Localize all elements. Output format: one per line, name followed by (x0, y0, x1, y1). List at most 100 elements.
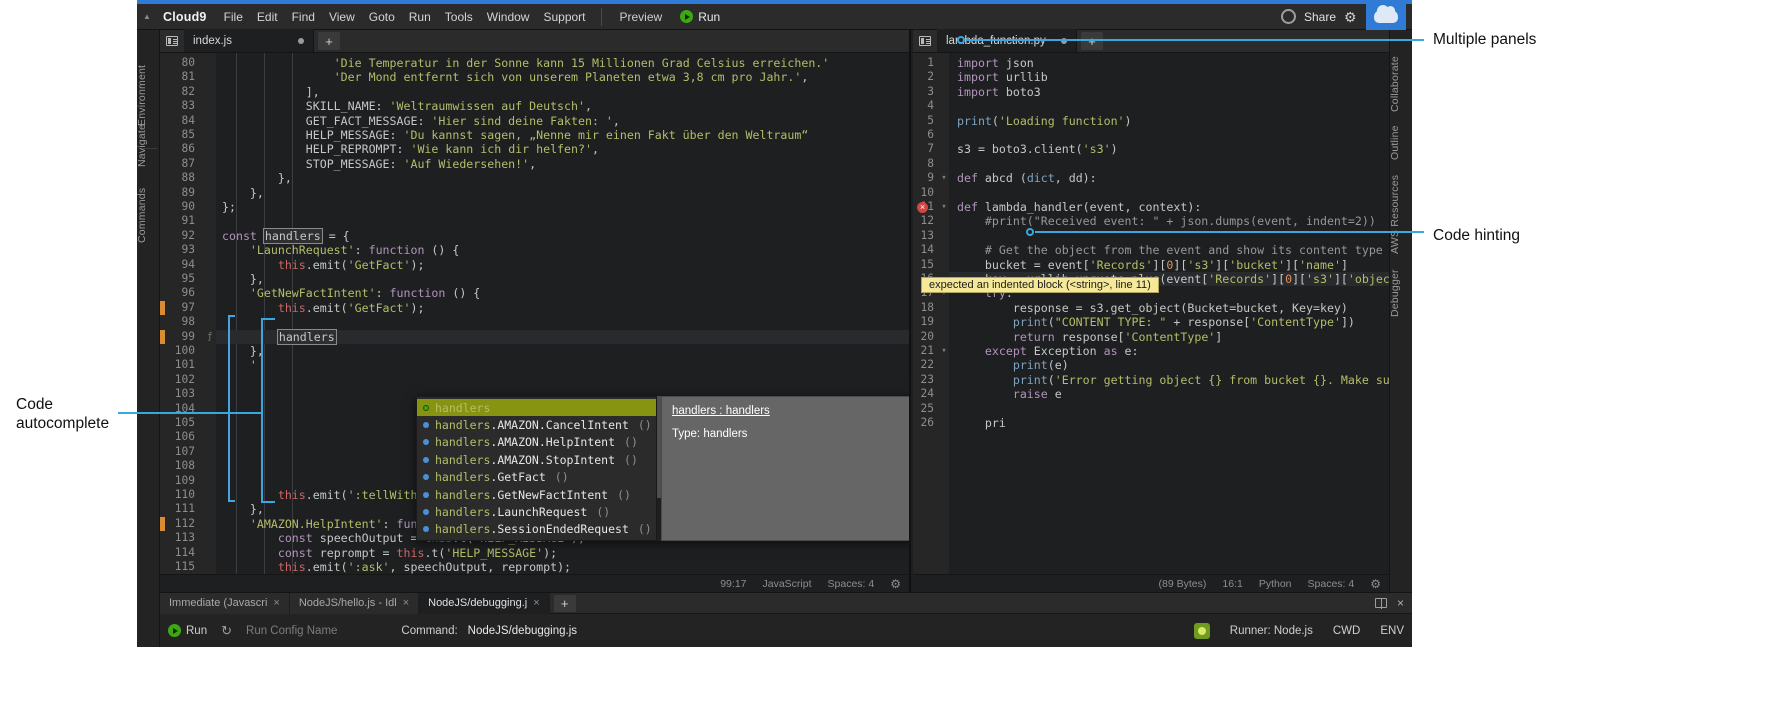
code-line[interactable]: 7s3 = boto3.client('s3') (913, 142, 1389, 156)
code-line[interactable]: 24 raise e (913, 387, 1389, 401)
fold-toggle-icon[interactable] (204, 416, 216, 430)
code-line[interactable]: 19 print("CONTENT TYPE: " + response['Co… (913, 315, 1389, 329)
left-language-mode[interactable]: JavaScript (763, 578, 812, 590)
run-button[interactable]: Run (672, 4, 728, 30)
autocomplete-list[interactable]: handlershandlers.AMAZON.CancelIntent() ha… (416, 396, 657, 541)
fold-toggle-icon[interactable] (204, 186, 216, 200)
fold-toggle-icon[interactable] (204, 445, 216, 459)
code-line[interactable]: 115 this.emit(':ask', speechOutput, repr… (160, 560, 909, 574)
fold-toggle-icon[interactable] (939, 373, 949, 387)
code-line[interactable]: 83 SKILL_NAME: 'Weltraumwissen auf Deuts… (160, 99, 909, 113)
gear-icon[interactable]: ⚙ (1344, 10, 1358, 24)
fold-toggle-icon[interactable] (939, 330, 949, 344)
code-line[interactable]: 8 (913, 157, 1389, 171)
fold-toggle-icon[interactable] (939, 70, 949, 84)
menu-item-tools[interactable]: Tools (438, 4, 480, 30)
code-line[interactable]: 84 GET_FACT_MESSAGE: 'Hier sind deine Fa… (160, 114, 909, 128)
close-icon[interactable]: × (273, 597, 279, 609)
split-pane-icon[interactable] (1375, 598, 1387, 608)
code-line[interactable]: 14 # Get the object from the event and s… (913, 243, 1389, 257)
fold-toggle-icon[interactable] (204, 114, 216, 128)
autocomplete-item[interactable]: handlers.AMAZON.CancelIntent() (417, 416, 656, 433)
console-run-button[interactable]: Run (168, 624, 207, 637)
code-line[interactable]: 15 bucket = event['Records'][0]['s3']['b… (913, 258, 1389, 272)
code-line[interactable]: 86 HELP_REPROMPT: 'Wie kann ich dir helf… (160, 142, 909, 156)
fold-toggle-icon[interactable] (204, 531, 216, 545)
code-line[interactable]: 82 ], (160, 85, 909, 99)
code-line[interactable]: 22 print(e) (913, 358, 1389, 372)
fold-toggle-icon[interactable] (939, 157, 949, 171)
autocomplete-item[interactable]: handlers (417, 399, 656, 416)
fold-toggle-icon[interactable] (939, 243, 949, 257)
code-line[interactable]: 92const handlers = { (160, 229, 909, 243)
tab-menu-button-right[interactable] (913, 30, 937, 52)
new-tab-button-right[interactable]: + (1081, 32, 1103, 50)
fold-toggle-icon[interactable]: ▾ (939, 171, 949, 185)
code-line[interactable]: 23 print('Error getting object {} from b… (913, 373, 1389, 387)
code-line[interactable]: 97 this.emit('GetFact'); (160, 301, 909, 315)
fold-toggle-icon[interactable] (204, 502, 216, 516)
menu-item-window[interactable]: Window (480, 4, 537, 30)
code-line[interactable]: 96 'GetNewFactIntent': function () { (160, 286, 909, 300)
autocomplete-item[interactable]: handlers.GetNewFactIntent() (417, 486, 656, 503)
fold-toggle-icon[interactable] (204, 229, 216, 243)
rail-item-navigate[interactable]: Navigate (137, 110, 159, 180)
left-indent-setting[interactable]: Spaces: 4 (828, 578, 875, 590)
code-line[interactable]: 25 (913, 402, 1389, 416)
code-line[interactable]: 11▾def lambda_handler(event, context): (913, 200, 1389, 214)
fold-toggle-icon[interactable] (939, 186, 949, 200)
fold-toggle-icon[interactable] (939, 56, 949, 70)
fold-toggle-icon[interactable] (204, 387, 216, 401)
code-line[interactable]: 9▾def abcd (dict, dd): (913, 171, 1389, 185)
rail-item-aws-resources[interactable]: AWS Resources (1389, 160, 1412, 268)
code-line[interactable]: 3import boto3 (913, 85, 1389, 99)
fold-toggle-icon[interactable] (204, 315, 216, 329)
new-tab-button-left[interactable]: + (318, 32, 340, 50)
code-line[interactable]: 26 pri (913, 416, 1389, 430)
left-code-area[interactable]: 80 'Die Temperatur in der Sonne kann 15 … (160, 53, 909, 574)
code-line[interactable]: 95 }, (160, 272, 909, 286)
fold-toggle-icon[interactable] (939, 142, 949, 156)
fold-toggle-icon[interactable]: ▾ (939, 200, 949, 214)
right-settings-gear-icon[interactable]: ⚙ (1370, 577, 1381, 591)
close-icon[interactable]: × (403, 597, 409, 609)
menu-item-edit[interactable]: Edit (250, 4, 285, 30)
code-line[interactable]: 21▾ except Exception as e: (913, 344, 1389, 358)
menu-item-find[interactable]: Find (285, 4, 322, 30)
command-value[interactable]: NodeJS/debugging.js (468, 625, 577, 637)
tab-menu-button[interactable] (160, 30, 184, 52)
code-line[interactable]: 94 this.emit('GetFact'); (160, 258, 909, 272)
fold-toggle-icon[interactable] (939, 128, 949, 142)
menu-item-view[interactable]: View (322, 4, 362, 30)
fold-toggle-icon[interactable] (204, 272, 216, 286)
console-tab[interactable]: NodeJS/debugging.j× (419, 593, 550, 614)
code-line[interactable]: 6 (913, 128, 1389, 142)
fold-toggle-icon[interactable] (204, 474, 216, 488)
code-line[interactable]: 101 ' (160, 358, 909, 372)
menu-item-run[interactable]: Run (402, 4, 438, 30)
fold-toggle-icon[interactable] (204, 358, 216, 372)
menu-item-file[interactable]: File (217, 4, 250, 30)
preview-button[interactable]: Preview (610, 4, 673, 30)
fold-toggle-icon[interactable] (204, 157, 216, 171)
code-line[interactable]: 80 'Die Temperatur in der Sonne kann 15 … (160, 56, 909, 70)
fold-toggle-icon[interactable] (204, 85, 216, 99)
right-code-lines[interactable]: 1import json2import urllib3import boto34… (913, 53, 1389, 574)
fold-toggle-icon[interactable] (204, 560, 216, 574)
code-line[interactable]: 12 #print("Received event: " + json.dump… (913, 214, 1389, 228)
code-line[interactable]: 91 (160, 214, 909, 228)
rail-item-debugger[interactable]: Debugger (1389, 258, 1412, 328)
collapse-caret-icon[interactable]: ▲ (137, 4, 157, 30)
fold-toggle-icon[interactable]: ▾ (939, 344, 949, 358)
fold-toggle-icon[interactable] (204, 171, 216, 185)
fold-toggle-icon[interactable] (939, 85, 949, 99)
console-tab[interactable]: Immediate (Javascri× (160, 593, 290, 614)
right-code-area[interactable]: 1import json2import urllib3import boto34… (913, 53, 1389, 574)
share-button[interactable]: Share (1304, 10, 1336, 24)
console-new-tab-button[interactable]: + (554, 595, 576, 612)
code-line[interactable]: 18 response = s3.get_object(Bucket=bucke… (913, 301, 1389, 315)
code-line[interactable]: 10 (913, 186, 1389, 200)
fold-toggle-icon[interactable] (204, 430, 216, 444)
fold-toggle-icon[interactable] (939, 99, 949, 113)
fold-toggle-icon[interactable] (204, 301, 216, 315)
